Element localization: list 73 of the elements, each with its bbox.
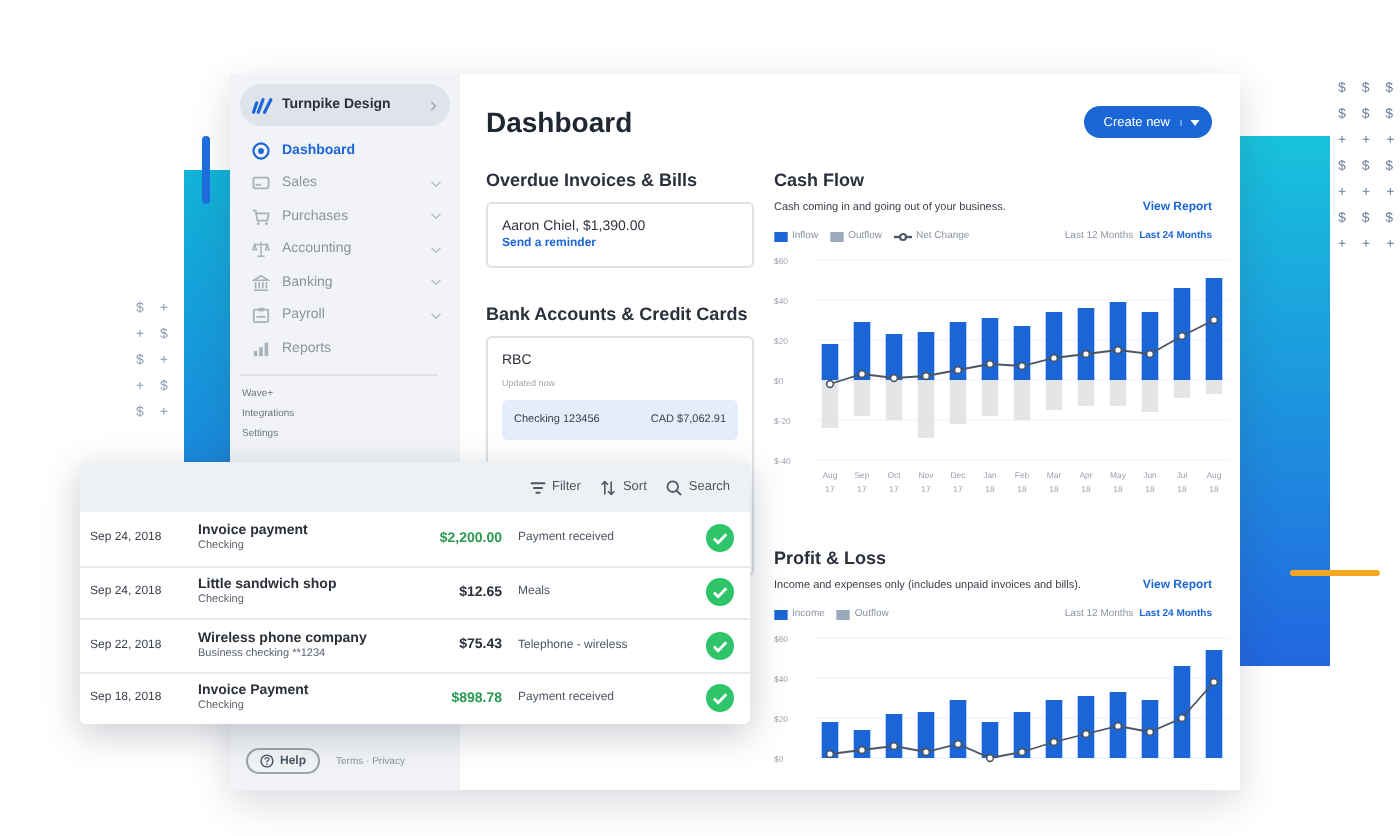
chart-point [857,745,867,755]
chart-point [1177,713,1187,723]
chart-point [1209,315,1219,325]
chart-point [1113,721,1123,731]
chevron-down-icon [430,179,442,188]
section-title: Profit & Loss [774,546,889,570]
bank-icon [252,273,270,292]
chart-point [1113,345,1123,355]
logo-icon [252,97,274,113]
chart-bar [1141,700,1159,758]
section-title: Overdue Invoices & Bills [486,168,700,192]
chevron-down-icon [430,278,442,287]
check-circle-icon [706,578,734,607]
scales-icon [252,240,270,259]
chart-bar [1013,712,1031,758]
chart-point [1081,349,1091,359]
chart-bar [1173,666,1191,758]
chart-point [889,373,899,383]
chart-bar [917,712,935,758]
chart-bar [1013,326,1031,380]
search-icon [666,479,683,495]
chart-point [953,739,963,749]
accent-line [202,136,210,204]
check-circle-icon [706,631,734,660]
section-title: Cash Flow [774,168,867,192]
check-circle-icon [706,684,734,713]
chart-point [825,749,835,759]
chart-point [857,369,867,379]
chart-bar [1109,692,1127,758]
chart-bar [949,322,967,380]
cart-icon [252,207,270,226]
sort-icon [600,479,617,495]
question-icon [260,754,274,768]
chart-point [1145,349,1155,359]
dashboard-icon [252,141,270,160]
accent-line [1290,570,1380,576]
chart-point [1017,747,1027,757]
check-circle-icon [706,524,734,553]
chart-bar [885,714,903,758]
chart-point [1145,727,1155,737]
chart-point [921,371,931,381]
chart-point [1017,361,1027,371]
chevron-down-icon [430,245,442,254]
chart-bar [981,722,999,758]
chart-bar [821,722,839,758]
bar-chart-icon [252,339,270,358]
chart-point [1209,677,1219,687]
card-icon [252,174,270,193]
filter-icon [530,479,547,495]
chart-point [921,747,931,757]
chart-point [825,379,835,389]
chevron-down-icon [430,311,442,320]
section-title: Bank Accounts & Credit Cards [486,302,750,326]
chart-bar [917,332,935,380]
chart-bar [1045,700,1063,758]
chevron-icon [430,99,438,111]
chart-bar [821,344,839,380]
chart-point [889,741,899,751]
chart-point [1049,737,1059,747]
clipboard-icon [252,306,270,325]
caret-icon [1180,119,1200,125]
page-title: Dashboard [486,106,633,138]
chart-point [985,753,995,763]
chart-bar [1205,650,1223,758]
chart-point [985,359,995,369]
chart-point [1049,353,1059,363]
chart-point [1177,331,1187,341]
chevron-down-icon [430,212,442,221]
chart-point [953,365,963,375]
chart-bar [885,334,903,380]
chart-bar [1077,696,1095,758]
chart-point [1081,729,1091,739]
chart-bar [949,700,967,758]
